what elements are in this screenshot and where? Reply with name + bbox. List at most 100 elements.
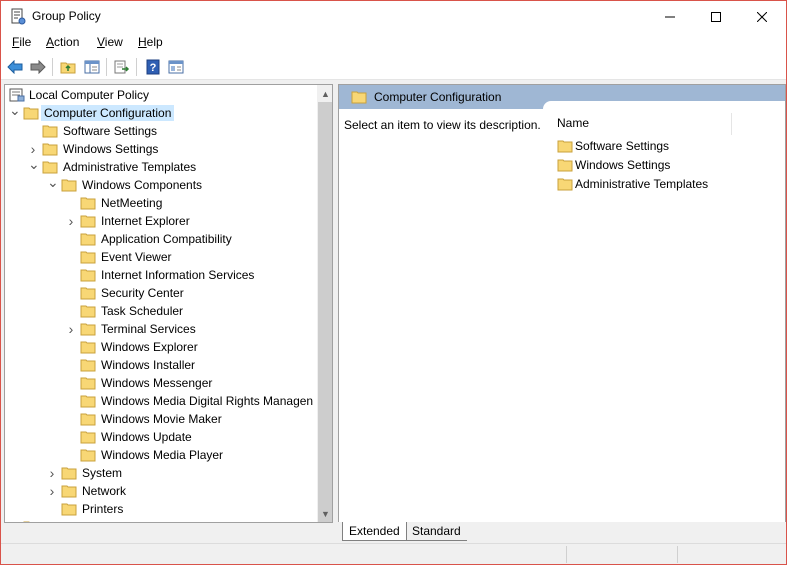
menu-view[interactable]: View	[97, 35, 123, 49]
tree-item-label: Windows Installer	[101, 358, 196, 372]
tree-item-windows-explorer[interactable]: Windows Explorer	[5, 338, 317, 356]
tab-standard[interactable]: Standard	[406, 522, 467, 541]
chevron-down-icon[interactable]: ⌄	[28, 157, 40, 173]
menu-action-accel: A	[46, 35, 55, 49]
scroll-thumb[interactable]	[318, 102, 332, 522]
console-tree[interactable]: Local Computer Policy ⌄ Computer Configur…	[4, 84, 333, 523]
help-icon: ?	[146, 59, 160, 75]
menu-action[interactable]: Action	[46, 35, 79, 49]
minimize-button[interactable]	[647, 1, 693, 32]
tree-item-windows-installer[interactable]: Windows Installer	[5, 356, 317, 374]
folder-icon	[80, 395, 96, 408]
properties-button[interactable]	[166, 57, 186, 77]
tree-item-event-viewer[interactable]: Event Viewer	[5, 248, 317, 266]
toolbar-separator	[52, 58, 53, 76]
toolbar-separator	[136, 58, 137, 76]
tree-item-windows-components[interactable]: ⌄ Windows Components	[5, 175, 317, 194]
scroll-up-arrow-icon[interactable]: ▲	[317, 85, 332, 102]
tree-item-user-configuration[interactable]: › User Configuration	[5, 518, 317, 522]
tree-item-label: Windows Update	[101, 430, 192, 444]
tree-item-label: System	[82, 466, 123, 480]
folder-icon	[80, 377, 96, 390]
close-button[interactable]	[739, 1, 785, 32]
folder-icon	[42, 161, 58, 174]
forward-button[interactable]	[28, 57, 48, 77]
chevron-down-icon[interactable]: ⌄	[9, 103, 21, 119]
column-header-name[interactable]: Name	[557, 116, 589, 130]
folder-icon	[557, 178, 573, 191]
menu-help-accel: H	[138, 35, 147, 49]
details-list[interactable]: Name Software Settings Windows Settings …	[543, 101, 785, 522]
tree-item-netmeeting[interactable]: NetMeeting	[5, 194, 317, 212]
menu-help[interactable]: Help	[138, 35, 163, 49]
title-bar[interactable]: Group Policy	[1, 1, 786, 32]
folder-icon	[23, 521, 30, 522]
tree-item-internet-explorer[interactable]: › Internet Explorer	[5, 212, 317, 230]
tree-vertical-scrollbar[interactable]: ▲ ▼	[317, 85, 332, 522]
chevron-down-icon[interactable]: ⌄	[47, 175, 59, 191]
tree-item-network[interactable]: › Network	[5, 482, 317, 500]
tree-item-windows-media-drm[interactable]: Windows Media Digital Rights Managen	[5, 392, 317, 410]
tree-item-security-center[interactable]: Security Center	[5, 284, 317, 302]
export-list-button[interactable]	[112, 57, 132, 77]
tree-item-label: Windows Explorer	[101, 340, 198, 354]
tab-extended[interactable]: Extended	[342, 522, 407, 541]
folder-icon	[351, 91, 367, 104]
folder-icon	[80, 323, 96, 336]
tree-item-windows-media-player[interactable]: Windows Media Player	[5, 446, 317, 464]
folder-icon	[61, 485, 77, 498]
tree-item-internet-information-services[interactable]: Internet Information Services	[5, 266, 317, 284]
back-button[interactable]	[5, 57, 25, 77]
status-separator	[677, 546, 678, 563]
tree-item-task-scheduler[interactable]: Task Scheduler	[5, 302, 317, 320]
maximize-icon	[711, 11, 721, 22]
tree-item-windows-messenger[interactable]: Windows Messenger	[5, 374, 317, 392]
list-item-label: Software Settings	[575, 139, 670, 153]
description-text: Select an item to view its description.	[344, 118, 541, 132]
tree-item-software-settings[interactable]: Software Settings	[5, 122, 317, 140]
folder-icon	[61, 467, 77, 480]
tree-item-windows-movie-maker[interactable]: Windows Movie Maker	[5, 410, 317, 428]
chevron-right-icon[interactable]: ›	[28, 142, 38, 156]
chevron-right-icon[interactable]: ›	[47, 466, 57, 480]
tree-item-application-compatibility[interactable]: Application Compatibility	[5, 230, 317, 248]
tree-item-printers[interactable]: Printers	[5, 500, 317, 518]
menu-file[interactable]: File	[12, 35, 31, 49]
group-policy-app-icon	[11, 8, 26, 25]
chevron-right-icon[interactable]: ›	[66, 214, 76, 228]
tree-item-terminal-services[interactable]: › Terminal Services	[5, 320, 317, 338]
group-policy-window: Group Policy File Action View Help ? Loc…	[0, 0, 787, 565]
tree-item-label: Local Computer Policy	[29, 88, 150, 102]
toolbar: ?	[1, 54, 786, 80]
folder-icon	[80, 197, 96, 210]
chevron-right-icon[interactable]: ›	[47, 484, 57, 498]
up-one-level-button[interactable]	[58, 57, 78, 77]
status-bar	[1, 543, 786, 564]
tree-item-windows-update[interactable]: Windows Update	[5, 428, 317, 446]
scroll-down-arrow-icon[interactable]: ▼	[317, 505, 332, 522]
tree-item-label: Printers	[82, 502, 124, 516]
details-header-title: Computer Configuration	[374, 90, 502, 104]
tree-item-label: Windows Settings	[63, 142, 159, 156]
help-button[interactable]: ?	[143, 57, 163, 77]
tree-item-computer-configuration[interactable]: ⌄ Computer Configuration	[5, 103, 317, 122]
svg-text:?: ?	[150, 62, 157, 74]
folder-icon	[80, 305, 96, 318]
tree-item-label: Terminal Services	[101, 322, 196, 336]
folder-icon	[80, 287, 96, 300]
details-pane: Computer Configuration Select an item to…	[338, 84, 786, 523]
column-divider[interactable]	[731, 113, 732, 135]
folder-icon	[80, 233, 96, 246]
tree-item-system[interactable]: › System	[5, 464, 317, 482]
chevron-right-icon[interactable]: ›	[9, 520, 19, 522]
menu-help-rest: elp	[146, 35, 163, 49]
tree-item-local-computer-policy[interactable]: Local Computer Policy	[5, 86, 317, 104]
tree-item-windows-settings[interactable]: › Windows Settings	[5, 140, 317, 158]
maximize-button[interactable]	[693, 1, 739, 32]
minimize-icon	[665, 16, 675, 17]
tree-item-label: Windows Messenger	[101, 376, 213, 390]
show-hide-tree-button[interactable]	[82, 57, 102, 77]
folder-icon	[557, 159, 573, 172]
toolbar-separator	[106, 58, 107, 76]
chevron-right-icon[interactable]: ›	[66, 322, 76, 336]
